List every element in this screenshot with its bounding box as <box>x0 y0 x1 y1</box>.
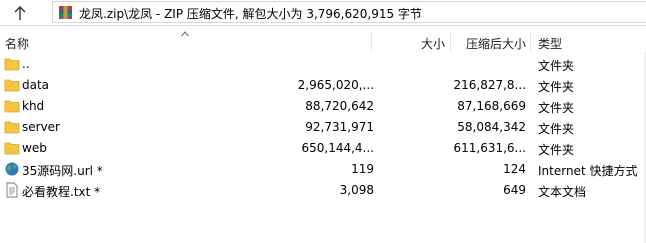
file-packed-size: 216,827,8... <box>453 78 526 92</box>
list-item[interactable]: web 650,144,4... 611,631,6... 文件夹 <box>0 138 646 159</box>
file-name: data <box>22 78 50 92</box>
list-item[interactable]: .. 文件夹 <box>0 54 646 75</box>
file-type: 文件夹 <box>538 59 575 73</box>
list-item[interactable]: server 92,731,971 58,084,342 文件夹 <box>0 117 646 138</box>
list-item[interactable]: khd 88,720,642 87,168,669 文件夹 <box>0 96 646 117</box>
column-name[interactable]: 名称 <box>5 35 29 52</box>
list-item[interactable]: 必看教程.txt * 3,098 649 文本文档 <box>0 180 646 201</box>
folder-icon <box>4 79 20 92</box>
file-name: 必看教程.txt * <box>22 185 101 199</box>
file-size: 119 <box>351 162 374 176</box>
file-name: .. <box>22 57 30 71</box>
file-type: Internet 快捷方式 <box>538 164 638 178</box>
folder-icon <box>4 58 20 71</box>
up-arrow-icon <box>14 6 26 20</box>
winrar-archive-icon <box>59 6 72 19</box>
column-packed[interactable]: 压缩后大小 <box>466 35 526 52</box>
file-name: web <box>22 141 47 155</box>
globe-icon <box>5 162 19 176</box>
column-header: 名称 大小 压缩后大小 类型 <box>0 31 646 52</box>
file-type: 文件夹 <box>538 80 575 94</box>
column-size[interactable]: 大小 <box>421 35 445 52</box>
text-file-icon <box>6 182 18 198</box>
path-field[interactable]: 龙凤.zip\龙凤 - ZIP 压缩文件, 解包大小为 3,796,620,91… <box>52 1 646 23</box>
file-size: 92,731,971 <box>305 120 374 134</box>
file-size: 650,144,4... <box>301 141 374 155</box>
file-size: 2,965,020,... <box>297 78 374 92</box>
folder-icon <box>4 121 20 134</box>
file-packed-size: 58,084,342 <box>457 120 526 134</box>
file-type: 文件夹 <box>538 122 575 136</box>
folder-icon <box>4 100 20 113</box>
file-packed-size: 87,168,669 <box>457 99 526 113</box>
file-type: 文件夹 <box>538 143 575 157</box>
file-packed-size: 611,631,6... <box>453 141 526 155</box>
file-type: 文件夹 <box>538 101 575 115</box>
sort-ascending-icon <box>181 31 189 37</box>
file-type: 文本文档 <box>538 185 587 199</box>
up-button[interactable] <box>5 3 35 23</box>
column-divider[interactable] <box>371 31 372 52</box>
file-name: 35源码网.url * <box>22 164 103 178</box>
list-item[interactable]: data 2,965,020,... 216,827,8... 文件夹 <box>0 75 646 96</box>
column-divider[interactable] <box>530 31 531 52</box>
column-divider[interactable] <box>450 31 451 52</box>
file-name: khd <box>22 99 45 113</box>
file-size: 3,098 <box>339 183 374 197</box>
file-packed-size: 124 <box>503 162 526 176</box>
address-bar: 龙凤.zip\龙凤 - ZIP 压缩文件, 解包大小为 3,796,620,91… <box>0 0 646 26</box>
column-type[interactable]: 类型 <box>538 35 562 52</box>
file-name: server <box>22 120 60 134</box>
folder-icon <box>4 142 20 155</box>
file-size: 88,720,642 <box>305 99 374 113</box>
list-item[interactable]: 35源码网.url * 119 124 Internet 快捷方式 <box>0 159 646 180</box>
file-packed-size: 649 <box>503 183 526 197</box>
path-text: 龙凤.zip\龙凤 - ZIP 压缩文件, 解包大小为 3,796,620,91… <box>79 7 422 21</box>
